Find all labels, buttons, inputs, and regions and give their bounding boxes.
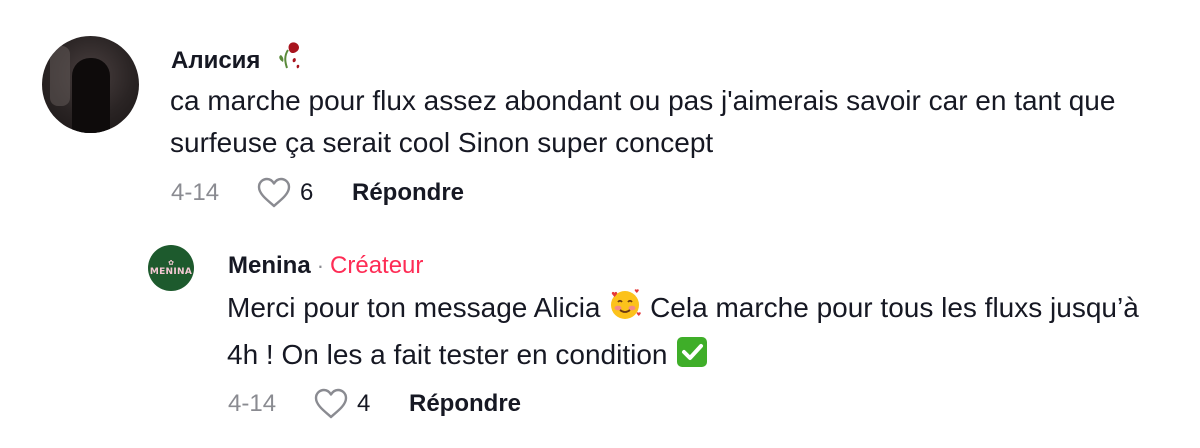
comment-text: ca marche pour flux assez abondant ou pa…	[170, 85, 1116, 158]
reply-username[interactable]: Menina	[228, 252, 311, 280]
reply-meta: 4-14 4 Répondre	[228, 387, 521, 420]
heart-icon[interactable]	[256, 176, 292, 209]
reply-button[interactable]: Répondre	[409, 390, 521, 418]
comment-date: 4-14	[171, 178, 220, 206]
like-button[interactable]: 6	[256, 176, 352, 209]
like-button[interactable]: 4	[313, 387, 409, 420]
heart-icon[interactable]	[313, 387, 349, 420]
creator-badge: Créateur	[330, 252, 424, 279]
avatar-logo-text: MENINA	[149, 266, 193, 277]
comment-username[interactable]: Алисия	[171, 38, 307, 79]
check-mark-button-icon	[675, 335, 709, 381]
rose-emoji-icon	[273, 38, 307, 79]
reply-date: 4-14	[228, 389, 277, 417]
flower-icon: ✿	[168, 259, 174, 267]
comment-meta: 4-14 6 Répondre	[171, 176, 464, 209]
creator-avatar[interactable]: ✿ MENINA	[148, 245, 194, 291]
reply-button[interactable]: Répondre	[352, 179, 464, 207]
reply-text: Merci pour ton message Alicia Cela march…	[227, 287, 1167, 381]
like-count: 4	[357, 389, 371, 417]
like-count: 6	[300, 178, 314, 206]
reply-username-row: Menina · Créateur	[228, 252, 423, 280]
smiling-face-with-hearts-icon	[608, 288, 642, 334]
separator: ·	[316, 253, 325, 278]
avatar[interactable]	[42, 36, 139, 133]
